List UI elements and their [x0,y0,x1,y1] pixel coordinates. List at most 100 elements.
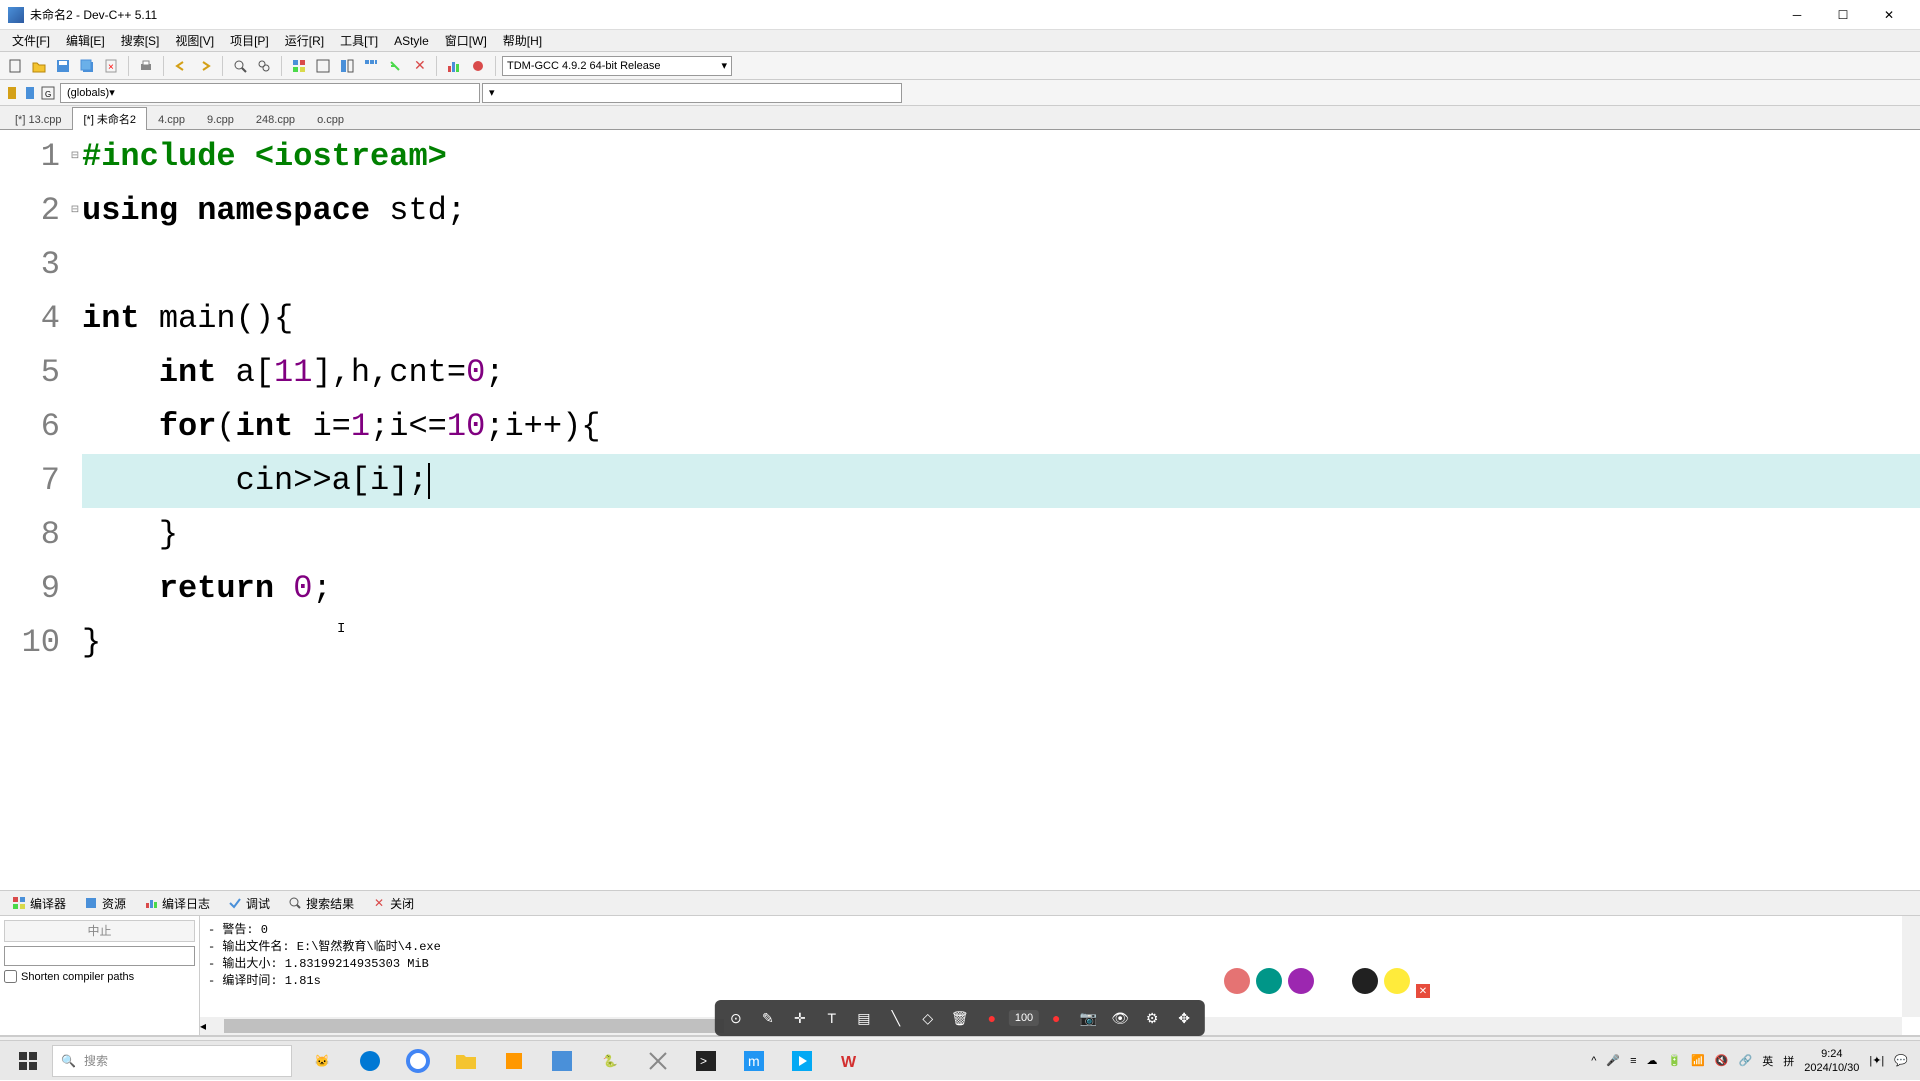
menu-project[interactable]: 项目[P] [222,30,277,51]
fold-column[interactable]: ⊟⊟ [68,130,82,890]
menu-file[interactable]: 文件[F] [4,30,58,51]
scrollbar-vertical[interactable] [1902,916,1920,1017]
open-file-icon[interactable] [28,55,50,77]
menu-tools[interactable]: 工具[T] [332,30,386,51]
pen-icon[interactable]: ✎ [753,1003,783,1033]
tab-ocpp[interactable]: o.cpp [306,110,355,129]
app-blue-m-icon[interactable]: m [732,1041,776,1081]
toggle-bookmark-icon[interactable] [22,85,38,101]
menu-run[interactable]: 运行[R] [277,30,332,51]
tab-resources[interactable]: 资源 [76,892,134,915]
print-icon[interactable] [135,55,157,77]
find-icon[interactable] [229,55,251,77]
tab-4cpp[interactable]: 4.cpp [147,110,196,129]
save-all-icon[interactable] [76,55,98,77]
record2-icon[interactable]: ● [1041,1003,1071,1033]
stop-button[interactable]: 中止 [4,920,195,942]
cursor-icon[interactable]: ⊙ [721,1003,751,1033]
member-selector[interactable]: ▾ [482,83,902,103]
app-devcpp-icon[interactable] [540,1041,584,1081]
crosshair-icon[interactable]: ✛ [785,1003,815,1033]
app-play-icon[interactable] [780,1041,824,1081]
rebuild-icon[interactable] [360,55,382,77]
start-button[interactable] [4,1041,52,1081]
close-button[interactable]: ✕ [1866,0,1912,30]
stop-icon[interactable]: ✕ [408,55,430,77]
compile-run-icon[interactable] [336,55,358,77]
text-icon[interactable]: T [817,1003,847,1033]
eraser-icon[interactable]: ◇ [913,1003,943,1033]
run-icon[interactable] [312,55,334,77]
close-icon[interactable]: ✕ [1416,984,1430,998]
profile-icon[interactable] [443,55,465,77]
camera-icon[interactable]: 📷 [1073,1003,1103,1033]
tab-close[interactable]: ✕关闭 [364,892,422,915]
tray-notification-icon[interactable]: 💬 [1894,1054,1908,1067]
image-icon[interactable]: ▤ [849,1003,879,1033]
tray-clock[interactable]: 9:24 2024/10/30 [1804,1047,1859,1075]
app-orange-icon[interactable] [492,1041,536,1081]
tray-chevron-icon[interactable]: ^ [1591,1055,1596,1067]
record-icon[interactable]: ● [977,1003,1007,1033]
tray-wifi-icon[interactable]: 📶 [1691,1054,1705,1067]
replace-icon[interactable] [253,55,275,77]
tab-13cpp[interactable]: [*] 13.cpp [4,110,72,129]
tray-link-icon[interactable]: 🔗 [1739,1054,1753,1067]
debug-delete-icon[interactable] [467,55,489,77]
color-black[interactable] [1352,968,1378,994]
menu-astyle[interactable]: AStyle [386,32,437,50]
tab-unnamed2[interactable]: [*] 未命名2 [72,107,147,130]
color-red[interactable] [1224,968,1250,994]
tray-volume-icon[interactable]: 🔇 [1715,1054,1729,1067]
tab-searchresults[interactable]: 搜索结果 [280,892,362,915]
move-icon[interactable]: ✥ [1169,1003,1199,1033]
tab-248cpp[interactable]: 248.cpp [245,110,306,129]
goto-icon[interactable]: G [40,85,56,101]
compile-icon[interactable] [288,55,310,77]
minimize-button[interactable]: ─ [1774,0,1820,30]
app-python-icon[interactable]: 🐍 [588,1041,632,1081]
gear-icon[interactable]: ⚙ [1137,1003,1167,1033]
tab-compiler[interactable]: 编译器 [4,892,74,915]
app-cat-icon[interactable]: 🐱 [300,1041,344,1081]
color-yellow[interactable] [1384,968,1410,994]
app-edge-icon[interactable] [348,1041,392,1081]
tray-app1-icon[interactable]: |✦| [1869,1054,1884,1067]
redo-icon[interactable] [194,55,216,77]
taskbar-search[interactable]: 🔍 搜索 [52,1045,292,1077]
tray-mic-icon[interactable]: 🎤 [1606,1054,1620,1067]
app-terminal-icon[interactable]: > [684,1041,728,1081]
tray-menu-icon[interactable]: ≡ [1630,1055,1636,1067]
tray-ime2[interactable]: 拼 [1783,1053,1794,1069]
debug-icon[interactable] [384,55,406,77]
compiler-selector[interactable]: TDM-GCC 4.9.2 64-bit Release ▾ [502,56,732,76]
color-purple[interactable] [1288,968,1314,994]
goto-bookmark-icon[interactable] [4,85,20,101]
tray-ime[interactable]: 英 [1762,1053,1773,1069]
app-wps-icon[interactable]: W [828,1041,872,1081]
menu-view[interactable]: 视图[V] [167,30,222,51]
tab-debug[interactable]: 调试 [220,892,278,915]
menu-edit[interactable]: 编辑[E] [58,30,113,51]
shorten-paths-checkbox[interactable]: Shorten compiler paths [4,970,195,983]
save-icon[interactable] [52,55,74,77]
tray-onedrive-icon[interactable]: ☁ [1646,1054,1657,1067]
scope-selector[interactable]: (globals) ▾ [60,83,480,103]
app-grey-icon[interactable] [636,1041,680,1081]
close-file-icon[interactable]: × [100,55,122,77]
tab-9cpp[interactable]: 9.cpp [196,110,245,129]
app-chrome-icon[interactable] [396,1041,440,1081]
menu-search[interactable]: 搜索[S] [113,30,168,51]
menu-help[interactable]: 帮助[H] [495,30,550,51]
tab-compilelog[interactable]: 编译日志 [136,892,218,915]
code-editor[interactable]: 12345678910 ⊟⊟ I #include <iostream>usin… [0,130,1920,890]
new-file-icon[interactable] [4,55,26,77]
undo-icon[interactable] [170,55,192,77]
code-area[interactable]: I #include <iostream>using namespace std… [82,130,1920,890]
eye-icon[interactable]: 👁 [1105,1003,1135,1033]
tray-battery-icon[interactable]: 🔋 [1667,1054,1681,1067]
line-icon[interactable]: ╲ [881,1003,911,1033]
color-teal[interactable] [1256,968,1282,994]
maximize-button[interactable]: ☐ [1820,0,1866,30]
menu-window[interactable]: 窗口[W] [437,30,495,51]
